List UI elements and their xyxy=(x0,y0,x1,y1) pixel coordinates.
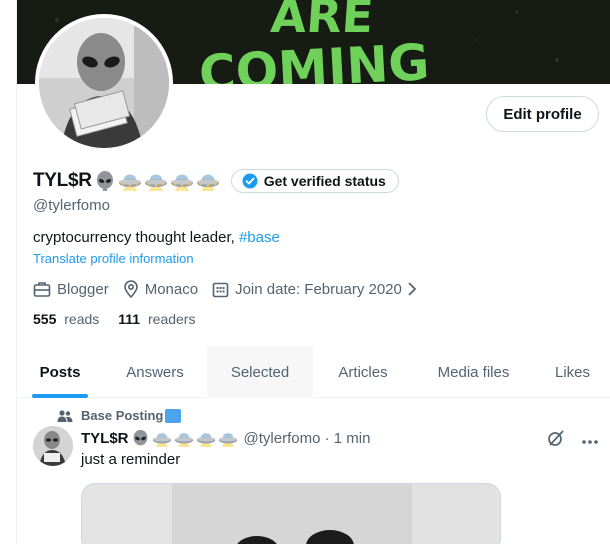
community-icon xyxy=(57,409,73,422)
location-label: Monaco xyxy=(144,280,199,298)
ufo-icon xyxy=(170,174,193,191)
bio-hashtag-link[interactable]: #base xyxy=(239,229,280,246)
tab-label: Selected xyxy=(230,363,290,381)
ufo-icon xyxy=(174,433,193,447)
post-time[interactable]: 1 min xyxy=(334,430,371,447)
readers-count: 111 xyxy=(118,311,141,327)
profile-avatar[interactable] xyxy=(35,14,173,152)
profile-tabs: Posts Answers Selected Articles Media fi… xyxy=(17,346,610,398)
post-text: just a reminder xyxy=(81,451,181,468)
tab-label: Likes xyxy=(554,363,591,381)
blue-square-icon xyxy=(165,408,182,423)
tab-articles[interactable]: Articles xyxy=(313,346,413,398)
post[interactable]: Base Posting TYL$R @tylerfomo · 1 min ju… xyxy=(17,399,610,544)
reads-label: reads xyxy=(64,311,100,327)
tab-answers[interactable]: Answers xyxy=(103,346,207,398)
readers-stat[interactable]: 111 readers xyxy=(118,311,195,327)
post-media-image[interactable] xyxy=(81,483,501,544)
tab-label: Media files xyxy=(437,363,510,381)
alien-avatar-image xyxy=(33,426,73,466)
community-context[interactable]: Base Posting xyxy=(57,408,182,423)
ufo-icon xyxy=(196,433,215,447)
tab-likes[interactable]: Likes xyxy=(534,346,610,398)
profile-stats: 555 reads 111 readers xyxy=(33,311,214,327)
post-author-handle[interactable]: @tylerfomo xyxy=(244,430,321,447)
post-author-avatar[interactable] xyxy=(33,426,73,466)
edit-profile-button[interactable]: Edit profile xyxy=(486,96,599,132)
chevron-right-icon xyxy=(408,282,417,296)
readers-label: readers xyxy=(148,311,196,327)
join-date-item[interactable]: Join date: February 2020 xyxy=(212,281,418,298)
alien-avatar-image xyxy=(39,18,169,148)
tab-label: Answers xyxy=(126,363,184,381)
calendar-icon xyxy=(212,282,229,297)
tab-media-files[interactable]: Media files xyxy=(413,346,534,398)
more-options-icon[interactable] xyxy=(581,432,599,450)
media-photo xyxy=(82,484,500,544)
location-item: Monaco xyxy=(123,280,198,298)
alien-icon xyxy=(96,171,113,191)
profile-page: ARE COMING Edit profile TYL$R Get verifi… xyxy=(16,0,610,544)
tab-label: Posts xyxy=(39,363,81,381)
bio-text: cryptocurrency thought leader, xyxy=(33,229,239,246)
post-author-name[interactable]: TYL$R xyxy=(81,430,129,447)
get-verified-button[interactable]: Get verified status xyxy=(230,169,399,193)
briefcase-icon xyxy=(33,282,51,297)
reads-count: 555 xyxy=(33,311,57,327)
ufo-icon xyxy=(144,174,167,191)
ufo-icon xyxy=(218,433,237,447)
profession-label: Blogger xyxy=(57,280,109,298)
post-name-emojis xyxy=(131,429,240,448)
tab-label: Articles xyxy=(338,363,388,381)
profession-item: Blogger xyxy=(33,280,109,298)
ufo-icon xyxy=(152,433,171,447)
verified-badge-icon xyxy=(242,173,258,189)
translate-profile-link[interactable]: Translate profile information xyxy=(33,251,194,266)
reads-stat[interactable]: 555 reads xyxy=(33,311,99,327)
profile-bio: cryptocurrency thought leader, #base xyxy=(33,229,280,246)
join-date-label: Join date: February 2020 xyxy=(235,280,402,298)
profile-meta: Blogger Monaco Join date: February 2020 xyxy=(33,279,432,299)
post-header: TYL$R @tylerfomo · 1 min xyxy=(81,429,370,448)
tab-posts[interactable]: Posts xyxy=(17,346,103,398)
post-actions xyxy=(531,429,599,452)
community-name: Base Posting xyxy=(81,408,164,423)
post-time-separator: · xyxy=(320,430,334,447)
name-emojis xyxy=(94,170,222,192)
location-pin-icon xyxy=(123,280,138,298)
grok-icon[interactable] xyxy=(547,429,565,452)
alien-icon xyxy=(133,429,147,446)
profile-handle: @tylerfomo xyxy=(33,197,110,214)
name-row: TYL$R Get verified status xyxy=(33,169,399,193)
ufo-icon xyxy=(196,174,219,191)
tab-selected[interactable]: Selected xyxy=(207,346,313,398)
get-verified-label: Get verified status xyxy=(263,173,386,189)
ufo-icon xyxy=(118,174,141,191)
display-name: TYL$R xyxy=(33,170,92,191)
active-tab-indicator xyxy=(32,394,88,398)
